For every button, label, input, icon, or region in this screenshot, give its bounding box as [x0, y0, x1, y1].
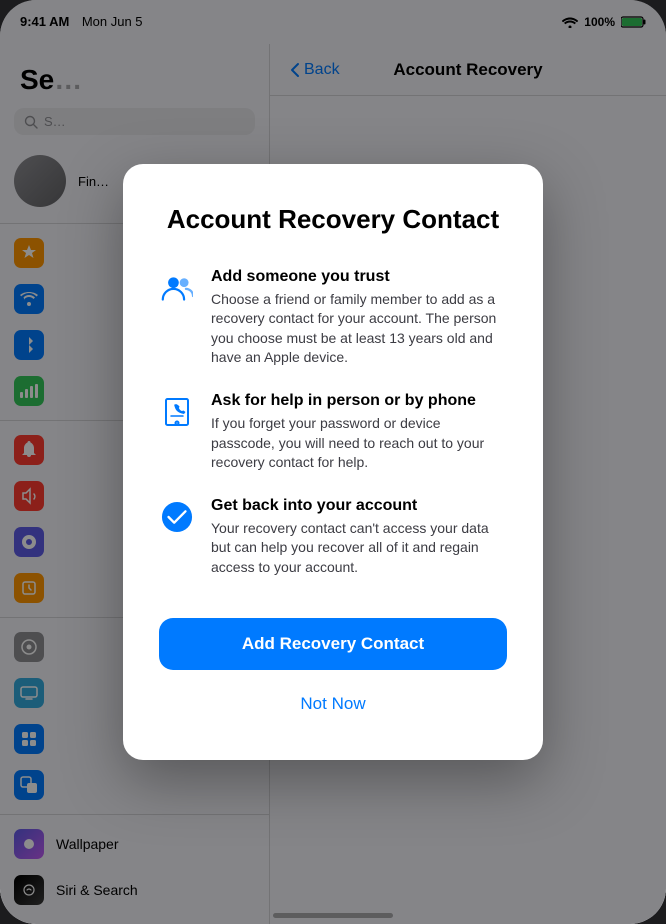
not-now-button[interactable]: Not Now [159, 684, 507, 724]
feature-desc-trust: Choose a friend or family member to add … [211, 290, 507, 368]
feature-item-recover: Get back into your account Your recovery… [159, 497, 507, 578]
feature-desc-recover: Your recovery contact can't access your … [211, 519, 507, 578]
modal-overlay: Account Recovery Contact Add someone you… [0, 0, 666, 924]
feature-item-phone: Ask for help in person or by phone If yo… [159, 392, 507, 473]
people-icon [159, 270, 195, 306]
check-circle-icon [159, 499, 195, 535]
feature-list: Add someone you trust Choose a friend or… [159, 268, 507, 578]
phone-icon [159, 394, 195, 430]
feature-text-trust: Add someone you trust Choose a friend or… [211, 268, 507, 368]
add-recovery-contact-button[interactable]: Add Recovery Contact [159, 618, 507, 670]
feature-title-phone: Ask for help in person or by phone [211, 392, 507, 410]
feature-text-phone: Ask for help in person or by phone If yo… [211, 392, 507, 473]
modal-title: Account Recovery Contact [159, 204, 507, 235]
feature-title-recover: Get back into your account [211, 497, 507, 515]
feature-title-trust: Add someone you trust [211, 268, 507, 286]
feature-text-recover: Get back into your account Your recovery… [211, 497, 507, 578]
feature-desc-phone: If you forget your password or device pa… [211, 414, 507, 473]
modal-container: Account Recovery Contact Add someone you… [123, 164, 543, 759]
ipad-frame: 9:41 AM Mon Jun 5 100% Se… [0, 0, 666, 924]
feature-item-trust: Add someone you trust Choose a friend or… [159, 268, 507, 368]
